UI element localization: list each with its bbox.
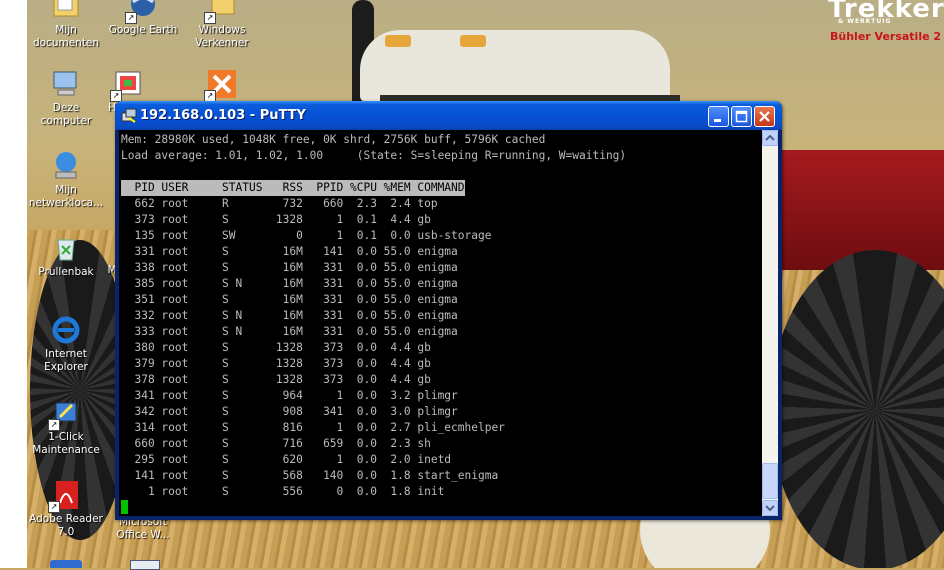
wallpaper-brand-sub: Bühler Versatile 2 (830, 30, 942, 43)
putty-icon[interactable] (121, 108, 137, 124)
desktop-icon-internet-explorer[interactable]: Internet Explorer (26, 314, 106, 374)
desktop-icon-google-earth[interactable]: ↗ Google Earth (103, 0, 183, 37)
desktop-icon-my-documents[interactable]: Mijn documenten (26, 0, 106, 50)
desktop-icon-my-computer[interactable]: Deze computer (26, 68, 106, 128)
terminal-line-mem: Mem: 28980K used, 1048K free, 0K shrd, 2… (121, 133, 546, 146)
process-row: 342 root S 908 341 0.0 3.0 plimgr (121, 405, 458, 418)
network-icon (50, 150, 82, 182)
close-icon (759, 111, 770, 122)
wallpaper-brand-tag: & WERKTUIG (838, 18, 892, 25)
shortcut-arrow-icon: ↗ (48, 501, 60, 513)
globe-icon: ↗ (125, 0, 159, 24)
process-row: 380 root S 1328 373 0.0 4.4 gb (121, 341, 431, 354)
process-row: 379 root S 1328 373 0.0 4.4 gb (121, 357, 431, 370)
process-table-header: PID USER STATUS RSS PPID %CPU %MEM COMMA… (121, 180, 465, 196)
adobe-reader-icon: ↗ (48, 479, 82, 513)
scrollbar-thumb[interactable] (762, 463, 778, 499)
minimize-icon (714, 119, 721, 122)
close-button[interactable] (754, 106, 775, 127)
process-row: 331 root S 16M 141 0.0 55.0 enigma (121, 245, 458, 258)
folder-documents-icon (50, 0, 82, 22)
recycle-bin-icon (50, 232, 82, 264)
process-row: 314 root S 816 1 0.0 2.7 pli_ecmhelper (121, 421, 505, 434)
maintenance-icon: ↗ (48, 397, 82, 431)
process-row: 338 root S 16M 331 0.0 55.0 enigma (121, 261, 458, 274)
terminal-cursor (121, 500, 128, 514)
chevron-up-icon (765, 134, 775, 141)
computer-icon (50, 68, 82, 100)
desktop-icon-partial[interactable] (50, 560, 82, 568)
tractor-light (385, 35, 411, 47)
process-row: 295 root S 620 1 0.0 2.0 inetd (121, 453, 452, 466)
shortcut-arrow-icon: ↗ (48, 419, 60, 431)
maximize-icon (735, 110, 748, 123)
desktop-icon-windows-explorer[interactable]: ↗ Windows Verkenner (182, 0, 262, 50)
chevron-down-icon (765, 505, 775, 512)
process-row: 351 root S 16M 331 0.0 55.0 enigma (121, 293, 458, 306)
putty-window[interactable]: 192.168.0.103 - PuTTY Mem: 28980K used, … (115, 101, 782, 520)
x-app-icon: ↗ (204, 68, 238, 102)
desktop-icon-1-click-maintenance[interactable]: ↗ 1-Click Maintenance (26, 397, 106, 457)
terminal-screen[interactable]: Mem: 28980K used, 1048K free, 0K shrd, 2… (119, 130, 762, 516)
explorer-icon: ↗ (204, 0, 238, 24)
desktop-icon-my-network[interactable]: Mijn netwerkloca... (26, 150, 106, 210)
process-row: 385 root S N 16M 331 0.0 55.0 enigma (121, 277, 458, 290)
shortcut-arrow-icon: ↗ (204, 12, 216, 24)
shortcut-arrow-icon: ↗ (125, 12, 137, 24)
maximize-button[interactable] (731, 106, 752, 127)
process-row: 332 root S N 16M 331 0.0 55.0 enigma (121, 309, 458, 322)
terminal-line-load: Load average: 1.01, 1.02, 1.00 (State: S… (121, 149, 627, 162)
desktop-icon-partial[interactable] (130, 560, 160, 570)
process-row: 333 root S N 16M 331 0.0 55.0 enigma (121, 325, 458, 338)
window-title: 192.168.0.103 - PuTTY (140, 108, 306, 123)
window-client-area: Mem: 28980K used, 1048K free, 0K shrd, 2… (119, 130, 778, 516)
desktop-icon-adobe-reader[interactable]: ↗ Adobe Reader 7.0 (26, 479, 106, 539)
vertical-scrollbar[interactable] (762, 130, 778, 516)
internet-explorer-icon (50, 314, 82, 346)
minimize-button[interactable] (708, 106, 729, 127)
color-picture-icon: ↗ (110, 68, 144, 102)
process-row: 373 root S 1328 1 0.1 4.4 gb (121, 213, 431, 226)
process-row: 378 root S 1328 373 0.0 4.4 gb (121, 373, 431, 386)
process-row: 135 root SW 0 1 0.1 0.0 usb-storage (121, 229, 492, 242)
scroll-down-button[interactable] (762, 500, 778, 516)
scroll-up-button[interactable] (762, 130, 778, 146)
desktop-icon-x-app[interactable]: ↗ (182, 68, 262, 102)
process-row: 141 root S 568 140 0.0 1.8 start_enigma (121, 469, 499, 482)
desktop-icon-recycle-bin[interactable]: Prullenbak (26, 232, 106, 279)
process-row: 341 root S 964 1 0.0 3.2 plimgr (121, 389, 458, 402)
desktop-left-edge (0, 0, 27, 568)
process-row: 1 root S 556 0 0.0 1.8 init (121, 485, 445, 498)
process-row: 660 root S 716 659 0.0 2.3 sh (121, 437, 431, 450)
tractor-light (460, 35, 486, 47)
title-bar[interactable]: 192.168.0.103 - PuTTY (115, 101, 782, 130)
process-row: 662 root R 732 660 2.3 2.4 top (121, 197, 438, 210)
